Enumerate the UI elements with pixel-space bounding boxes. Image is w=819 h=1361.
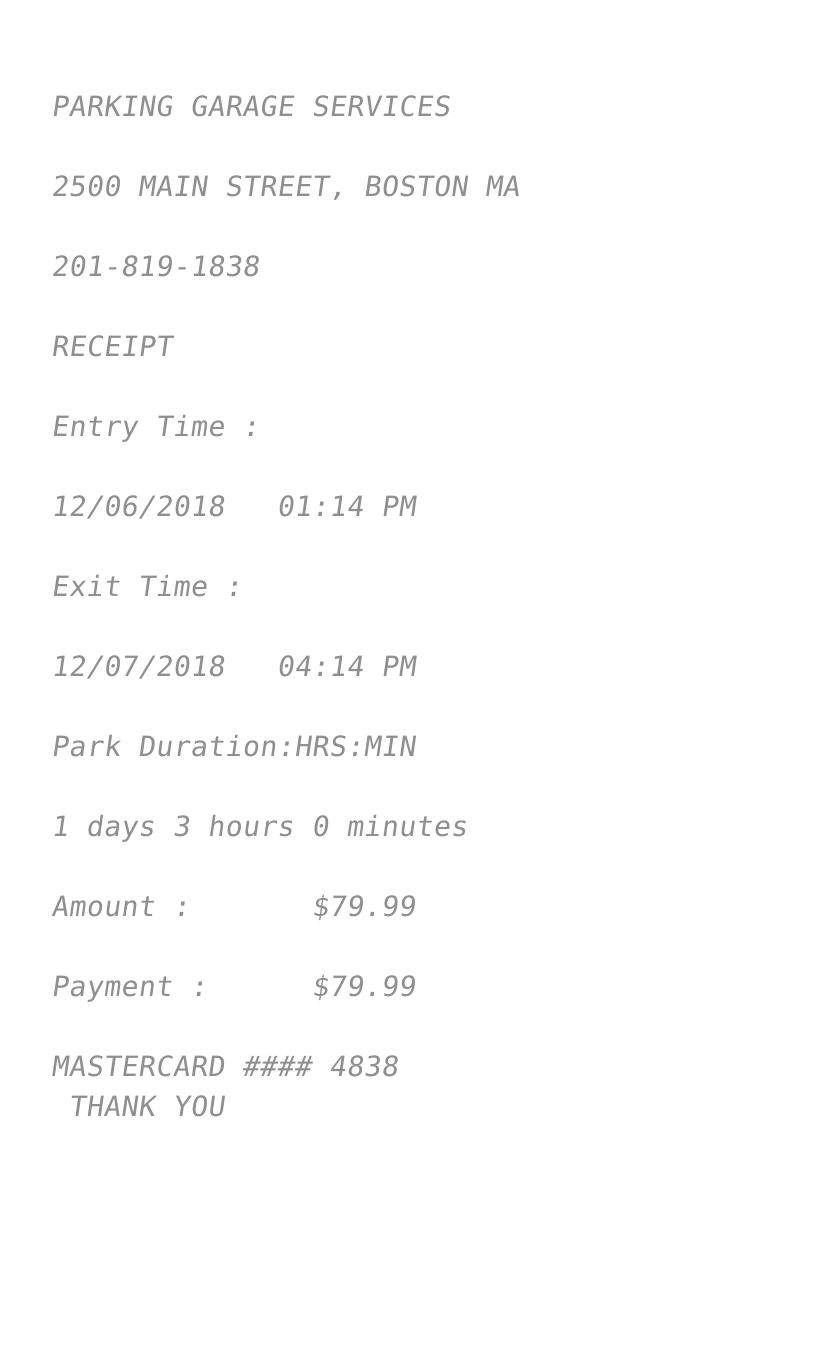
receipt: PARKING GARAGE SERVICES 2500 MAIN STREET… xyxy=(0,0,819,1361)
duration-value: 1 days 3 hours 0 minutes xyxy=(50,810,472,843)
payment-line: Payment : $79.99 xyxy=(50,970,420,1003)
exit-time-label: Exit Time : xyxy=(50,570,246,603)
exit-time-value: 12/07/2018 04:14 PM xyxy=(50,650,420,683)
receipt-title: RECEIPT xyxy=(50,330,177,363)
duration-label: Park Duration:HRS:MIN xyxy=(50,730,420,763)
entry-time-value: 12/06/2018 01:14 PM xyxy=(50,490,420,523)
business-phone: 201-819-1838 xyxy=(50,250,264,283)
amount-line: Amount : $79.99 xyxy=(50,890,420,923)
business-name: PARKING GARAGE SERVICES xyxy=(50,90,455,123)
business-address: 2500 MAIN STREET, BOSTON MA xyxy=(50,170,524,203)
thank-you: THANK YOU xyxy=(50,1090,229,1123)
entry-time-label: Entry Time : xyxy=(50,410,264,443)
card-line: MASTERCARD #### 4838 xyxy=(50,1050,402,1083)
